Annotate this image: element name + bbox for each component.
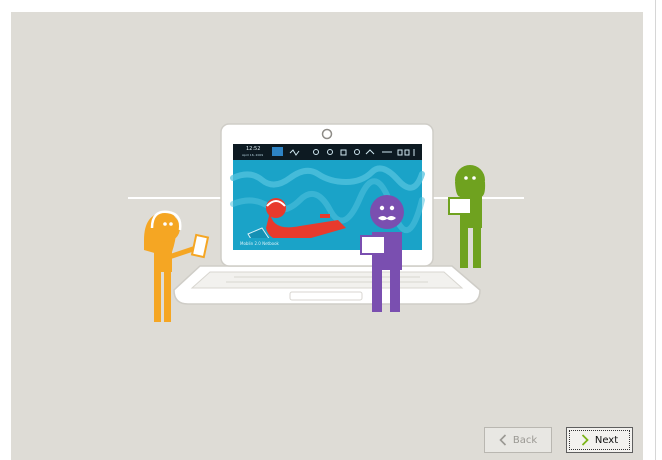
laptop-base	[173, 265, 481, 305]
chevron-right-icon	[581, 434, 589, 446]
next-button[interactable]: Next	[566, 427, 633, 453]
welcome-window: 12:52 April 16, 2009 Moblin 2.0 Netbook …	[0, 0, 662, 460]
panel-date: April 16, 2009	[242, 153, 264, 157]
next-button-label: Next	[594, 434, 619, 446]
green-person	[448, 165, 486, 268]
welcome-illustration	[128, 123, 524, 322]
back-button-label: Back	[512, 434, 538, 446]
panel-clock: 12:52	[246, 146, 261, 152]
chevron-left-icon	[499, 434, 507, 446]
back-button[interactable]: Back	[484, 427, 552, 453]
screen-caption: Moblin 2.0 Netbook	[240, 241, 279, 246]
